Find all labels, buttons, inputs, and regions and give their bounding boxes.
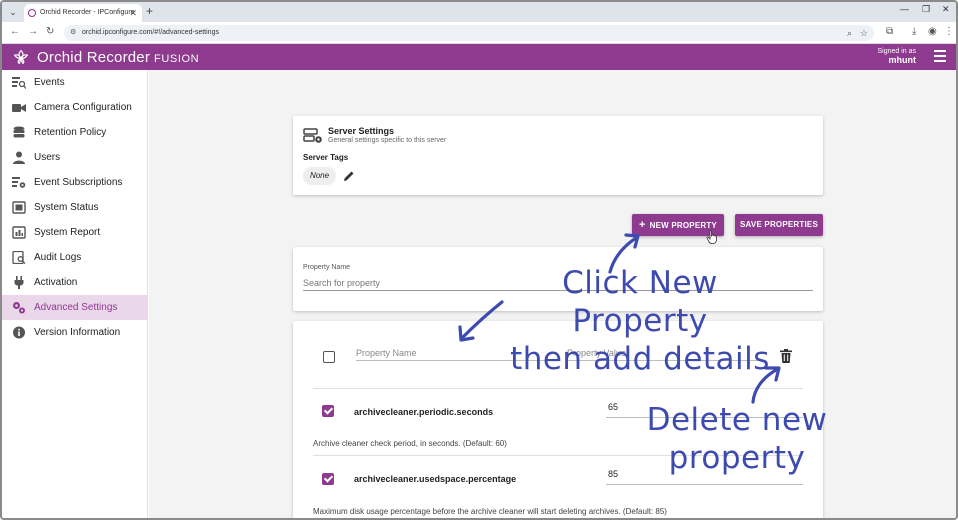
reload-icon[interactable]: ↻: [46, 26, 54, 37]
audit-icon: [12, 251, 26, 264]
browser-tab-title: Orchid Recorder - IPConfigure: [40, 9, 135, 16]
sidebar-item-system-status[interactable]: System Status: [2, 195, 147, 220]
app-header: Orchid Recorder FUSION Signed in as mhunt: [2, 44, 956, 70]
hand-cursor-icon: [706, 230, 717, 244]
report-icon: [12, 226, 26, 239]
save-properties-button[interactable]: SAVE PROPERTIES: [735, 214, 823, 236]
hamburger-menu-icon[interactable]: [934, 50, 946, 62]
sidebar-item-label: Version Information: [34, 327, 121, 338]
pencil-edit-icon[interactable]: [343, 170, 355, 182]
close-window-icon[interactable]: ✕: [942, 4, 950, 15]
info-icon: [13, 326, 25, 339]
new-property-checkbox[interactable]: [323, 351, 335, 363]
app-name: Orchid Recorder: [37, 49, 151, 66]
browser-menu-icon[interactable]: ⋮: [944, 26, 954, 37]
property-name: archivecleaner.usedspace.percentage: [354, 474, 517, 484]
site-info-icon[interactable]: ⚙: [70, 29, 78, 37]
sidebar-item-users[interactable]: Users: [2, 145, 147, 170]
screenshot-frame: ⌄ Orchid Recorder - IPConfigure ✕ + — ❐ …: [0, 0, 958, 520]
browser-tab-bar: ⌄ Orchid Recorder - IPConfigure ✕ + — ❐ …: [2, 2, 956, 22]
tab-list-icon[interactable]: ⌄: [6, 5, 20, 19]
signed-in-username: mhunt: [888, 55, 917, 65]
back-icon[interactable]: ←: [10, 26, 20, 37]
close-tab-icon[interactable]: ✕: [129, 4, 137, 22]
bookmark-star-icon[interactable]: ☆: [860, 25, 868, 41]
sidebar: Events Camera Configuration Retention Po…: [2, 70, 148, 518]
camera-icon: [12, 104, 26, 112]
server-settings-card: Server Settings General settings specifi…: [293, 116, 823, 195]
sidebar-item-label: Advanced Settings: [34, 302, 118, 313]
url-field[interactable]: ⚙ orchid.ipconfigure.com/#!/advanced-set…: [64, 25, 874, 41]
user-icon: [13, 151, 25, 164]
download-icon[interactable]: ⤓: [912, 26, 916, 37]
row-divider: [313, 388, 803, 389]
app-title: Orchid Recorder FUSION: [37, 49, 199, 66]
sidebar-item-activation[interactable]: Activation: [2, 270, 147, 295]
app-suffix: FUSION: [154, 53, 200, 65]
plus-icon: +: [639, 219, 646, 231]
sidebar-item-label: Retention Policy: [34, 127, 107, 138]
annotation-delete-line1: Delete new: [646, 402, 828, 438]
server-tag-chip: None: [303, 167, 336, 185]
sidebar-item-camera-configuration[interactable]: Camera Configuration: [2, 95, 147, 120]
sidebar-item-version-information[interactable]: Version Information: [2, 320, 147, 345]
orchid-favicon-icon: [28, 9, 36, 17]
sidebar-item-label: Audit Logs: [34, 252, 82, 263]
annotation-new-property-line1: Click New Property: [562, 265, 718, 339]
minimize-icon[interactable]: —: [900, 4, 909, 14]
sidebar-item-label: Activation: [34, 277, 78, 288]
database-icon: [13, 126, 25, 138]
server-settings-title: Server Settings: [328, 126, 395, 136]
property-value[interactable]: 85: [608, 469, 618, 479]
orchid-logo-icon: [13, 49, 29, 65]
sidebar-item-label: Camera Configuration: [34, 102, 132, 113]
annotation-new-property: Click New Property then add details: [490, 264, 790, 378]
zoom-icon[interactable]: ⌕: [847, 25, 852, 41]
url-text: orchid.ipconfigure.com/#!/advanced-setti…: [82, 29, 219, 36]
property-checkbox[interactable]: [322, 473, 334, 485]
gears-icon: [13, 302, 25, 314]
annotation-delete-line2: property: [668, 440, 806, 476]
property-description: Maximum disk usage percentage before the…: [313, 507, 667, 516]
sidebar-item-events[interactable]: Events: [2, 70, 147, 95]
status-icon: [12, 201, 26, 214]
sidebar-item-audit-logs[interactable]: Audit Logs: [2, 245, 147, 270]
property-search-label: Property Name: [303, 264, 351, 271]
sidebar-item-label: System Status: [34, 202, 99, 213]
new-tab-icon[interactable]: +: [146, 4, 153, 18]
annotation-delete: Delete new property: [642, 401, 832, 477]
property-name: archivecleaner.periodic.seconds: [354, 407, 494, 417]
sidebar-item-retention-policy[interactable]: Retention Policy: [2, 120, 147, 145]
sidebar-item-advanced-settings[interactable]: Advanced Settings: [2, 295, 147, 320]
subscriptions-icon: [12, 177, 26, 188]
profile-icon[interactable]: ◉: [928, 26, 937, 37]
new-property-button-label: NEW PROPERTY: [649, 221, 717, 230]
sidebar-item-label: System Report: [34, 227, 101, 238]
sidebar-item-event-subscriptions[interactable]: Event Subscriptions: [2, 170, 147, 195]
signed-in-info: Signed in as mhunt: [877, 47, 916, 65]
plug-icon: [14, 276, 24, 289]
restore-icon[interactable]: ❐: [922, 4, 930, 15]
browser-tab[interactable]: Orchid Recorder - IPConfigure ✕: [24, 4, 142, 22]
events-icon: [12, 77, 26, 89]
extensions-icon[interactable]: ⧉: [886, 26, 893, 37]
annotation-new-property-line2: then add details: [510, 341, 770, 377]
forward-icon[interactable]: →: [28, 26, 38, 37]
property-value[interactable]: 65: [608, 402, 618, 412]
server-settings-icon: [303, 128, 322, 143]
sidebar-item-system-report[interactable]: System Report: [2, 220, 147, 245]
sidebar-item-label: Users: [34, 152, 61, 163]
server-settings-subtitle: General settings specific to this server: [328, 137, 447, 144]
browser-address-bar: ← → ↻ ⚙ orchid.ipconfigure.com/#!/advanc…: [2, 22, 956, 44]
server-tags-label: Server Tags: [303, 153, 349, 162]
property-value-underline: [606, 484, 803, 485]
sidebar-item-label: Event Subscriptions: [34, 177, 123, 188]
property-description: Archive cleaner check period, in seconds…: [313, 439, 507, 448]
sidebar-item-label: Events: [34, 77, 65, 88]
property-checkbox[interactable]: [322, 405, 334, 417]
